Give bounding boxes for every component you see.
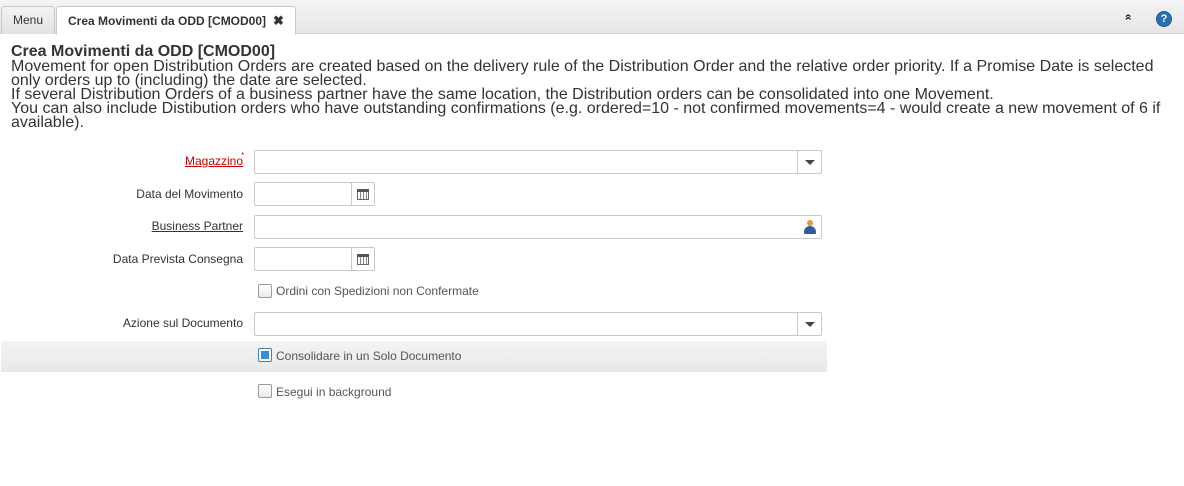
description-line: You can also include Distibution orders … — [11, 100, 1161, 131]
doc-action-label: Azione sul Documento — [122, 316, 243, 330]
movement-date-input[interactable] — [254, 182, 375, 206]
calendar-icon — [357, 188, 369, 200]
tab-process-label: Crea Movimenti da ODD [CMOD00] — [68, 14, 267, 28]
collapse-icon[interactable]: » — [1120, 14, 1134, 21]
business-partner-search-field[interactable] — [254, 215, 822, 239]
tab-menu-label: Menu — [13, 13, 44, 27]
process-description: Movement for open Distribution Orders ar… — [11, 58, 1176, 131]
consolidate-checkbox[interactable] — [258, 348, 272, 362]
chevron-down-icon — [804, 321, 815, 327]
user-icon — [804, 220, 816, 234]
tab-menu[interactable]: Menu — [1, 6, 56, 34]
warehouse-label[interactable]: Magazzino — [185, 154, 243, 168]
doc-action-dropdown-button[interactable] — [797, 313, 821, 335]
business-partner-label[interactable]: Business Partner — [152, 219, 243, 233]
tab-bar: Menu Crea Movimenti da ODD [CMOD00] ✖ » ? — [0, 0, 1184, 35]
promise-date-label: Data Prevista Consegna — [112, 252, 243, 266]
close-icon[interactable]: ✖ — [273, 13, 284, 28]
background-label[interactable]: Esegui in background — [276, 385, 391, 399]
doc-action-combobox[interactable] — [254, 312, 822, 336]
background-checkbox[interactable] — [258, 384, 272, 398]
help-icon[interactable]: ? — [1156, 11, 1172, 27]
warehouse-combobox[interactable] — [254, 150, 822, 174]
promise-date-input[interactable] — [254, 247, 375, 271]
movement-date-picker-button[interactable] — [351, 183, 374, 205]
tab-process[interactable]: Crea Movimenti da ODD [CMOD00] ✖ — [56, 6, 296, 35]
consolidate-label[interactable]: Consolidare in un Solo Documento — [276, 349, 461, 363]
description-line: Movement for open Distribution Orders ar… — [11, 58, 1154, 89]
chevron-down-icon — [804, 159, 815, 165]
calendar-icon — [357, 253, 369, 265]
unconfirmed-label[interactable]: Ordini con Spedizioni non Confermate — [276, 284, 479, 298]
unconfirmed-checkbox[interactable] — [258, 284, 272, 298]
warehouse-dropdown-button[interactable] — [797, 151, 821, 173]
business-partner-lookup-button[interactable] — [799, 216, 821, 238]
movement-date-label: Data del Movimento — [136, 187, 243, 201]
required-marker: * — [241, 151, 245, 160]
promise-date-picker-button[interactable] — [351, 248, 374, 270]
